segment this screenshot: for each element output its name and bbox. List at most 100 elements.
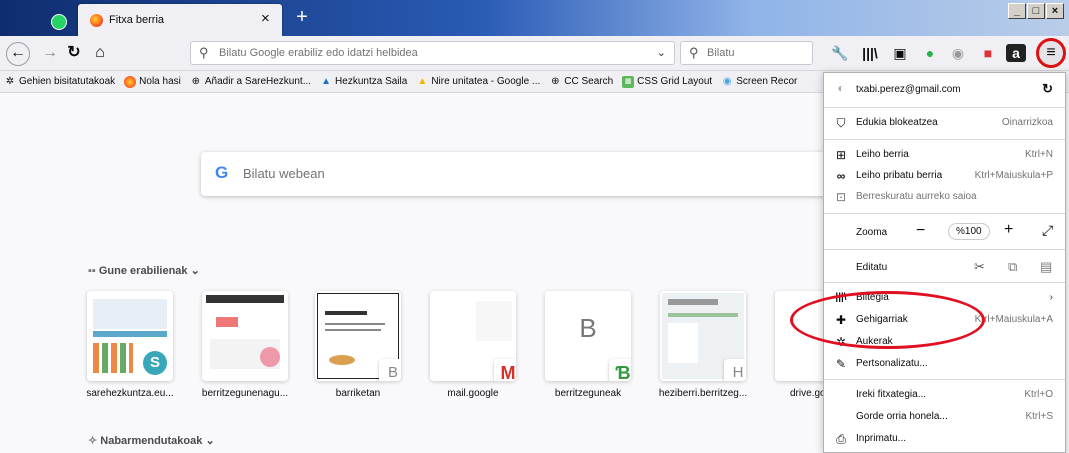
- menu-item-content-blocking[interactable]: ⛉ Edukia blokeatzea Oinarrizkoa: [824, 112, 1065, 134]
- menu-item-private-window[interactable]: ∞ Leiho pribatu berria Ktrl+Maiuskula+P: [824, 165, 1065, 187]
- top-site-tile[interactable]: S: [87, 291, 173, 381]
- top-site-tile[interactable]: M: [430, 291, 516, 381]
- reload-icon: ↻: [67, 44, 81, 61]
- chevron-down-icon: ⌄: [190, 265, 200, 277]
- menu-item-new-window[interactable]: ⊞ Leiho berria Ktrl+N: [824, 144, 1065, 166]
- google-icon: G: [215, 163, 229, 182]
- tile-label: berritzegunenagu...: [201, 388, 289, 399]
- restore-icon: ⊡: [835, 190, 847, 204]
- home-icon: ⌂: [95, 44, 105, 61]
- menu-item-open-file[interactable]: Ireki fitxategia... Ktrl+O: [824, 384, 1065, 406]
- close-window-button[interactable]: ×: [1046, 3, 1064, 19]
- highlights-header[interactable]: ✧ Nabarmendutakoak ⌄: [88, 434, 215, 447]
- menu-item-account[interactable]: ◐ txabi.perez@gmail.com ↻: [824, 77, 1065, 101]
- menu-item-print[interactable]: ⎙ Inprimatu...: [824, 428, 1065, 450]
- wrench-icon[interactable]: 🔧: [830, 44, 850, 62]
- bookmark-item[interactable]: ▲ Nire unitatea - Google ...: [416, 76, 540, 88]
- grid-icon: ▪▪: [88, 265, 96, 277]
- new-tab-button[interactable]: +: [290, 4, 314, 30]
- top-site-tile[interactable]: H: [660, 291, 746, 381]
- site-badge: M: [494, 359, 516, 381]
- window-controls: _ □ ×: [1008, 3, 1064, 21]
- back-button[interactable]: ←: [6, 42, 30, 66]
- site-letter: B: [579, 313, 597, 343]
- zoom-out-button[interactable]: −: [916, 222, 925, 240]
- web-search-placeholder: Bilatu webean: [243, 166, 325, 181]
- bookmark-item[interactable]: ▲ Hezkuntza Saila: [320, 76, 407, 88]
- amazon-icon[interactable]: a: [1006, 44, 1026, 62]
- sparkle-icon: ✧: [88, 435, 98, 447]
- top-site-tile[interactable]: B Ɓ: [545, 291, 631, 381]
- search-bar[interactable]: ⚲ Bilatu: [680, 41, 813, 65]
- bookmark-item[interactable]: ◉ Screen Recor: [721, 75, 798, 88]
- back-arrow-icon: ←: [10, 44, 26, 61]
- printer-icon: ⎙: [836, 432, 846, 446]
- gear-icon: ✲: [5, 75, 15, 87]
- menu-item-customize[interactable]: ✎ Pertsonalizatu...: [824, 353, 1065, 375]
- top-site-tile[interactable]: B: [315, 291, 401, 381]
- zoom-reset-button[interactable]: %100: [948, 223, 990, 240]
- reload-button[interactable]: ↻: [62, 42, 86, 64]
- sync-icon[interactable]: ↻: [1042, 81, 1053, 97]
- tile-label: drive.go: [790, 388, 824, 399]
- fullscreen-icon[interactable]: ⤢: [1042, 222, 1053, 239]
- home-button[interactable]: ⌂: [88, 42, 112, 64]
- menu-item-save-page[interactable]: Gorde orria honela... Ktrl+S: [824, 406, 1065, 428]
- zoom-in-button[interactable]: +: [1004, 221, 1013, 239]
- hamburger-icon: ≡: [1046, 44, 1056, 61]
- tile-label: heziberri.berritzeg...: [658, 388, 748, 399]
- web-search-box[interactable]: G Bilatu webean: [201, 152, 841, 196]
- red-extension-icon[interactable]: ■: [978, 44, 998, 62]
- highlight-annotation: [790, 291, 985, 349]
- library-icon[interactable]: |||\: [860, 44, 880, 62]
- menu-item-edit: Editatu ✂ ⧉ ▤: [856, 259, 1053, 275]
- account-icon: ◐: [837, 81, 845, 95]
- chevron-right-icon: ›: [1049, 292, 1053, 303]
- tile-label: barriketan: [335, 388, 381, 399]
- tab-close-button[interactable]: ×: [261, 10, 270, 27]
- paste-icon[interactable]: ▤: [1040, 259, 1052, 275]
- site-badge: S: [143, 351, 167, 375]
- bookmark-item[interactable]: ✲ Gehien bisitatutakoak: [4, 76, 115, 88]
- url-placeholder: Bilatu Google erabiliz edo idatzi helbid…: [219, 47, 418, 59]
- forward-arrow-icon: →: [42, 44, 58, 61]
- search-placeholder: Bilatu: [707, 47, 735, 59]
- mask-icon: ∞: [836, 169, 846, 183]
- hezkuntza-icon: ▲: [321, 75, 331, 87]
- whatsapp-icon: [51, 14, 67, 30]
- grey-extension-icon[interactable]: ◉: [948, 44, 968, 62]
- url-bar[interactable]: ⚲ Bilatu Google erabiliz edo idatzi helb…: [190, 41, 675, 65]
- drive-icon: ▲: [417, 75, 428, 87]
- site-badge: B: [379, 359, 401, 381]
- top-site-tile[interactable]: [202, 291, 288, 381]
- menu-item-zoom: Zooma − %100 + ⤢: [856, 221, 1054, 240]
- hamburger-menu-button[interactable]: ≡: [1036, 38, 1066, 68]
- bookmark-item[interactable]: ⊕ CC Search: [549, 76, 613, 88]
- berritzegune-icon: Ɓ: [609, 359, 631, 381]
- sidebar-icon[interactable]: ▣: [890, 44, 910, 62]
- tab-new-tab[interactable]: Fitxa berria ×: [78, 4, 282, 36]
- bookmark-item[interactable]: ⊕ Añadir a SareHezkunt...: [190, 76, 311, 88]
- copy-icon[interactable]: ⧉: [1008, 259, 1017, 275]
- minimize-button[interactable]: _: [1008, 3, 1026, 19]
- maximize-button[interactable]: □: [1027, 3, 1045, 19]
- site-badge: H: [724, 359, 746, 381]
- chevron-down-icon: ⌄: [205, 435, 215, 447]
- bookmark-item[interactable]: Nola hasi: [124, 75, 181, 88]
- new-window-icon: ⊞: [835, 148, 847, 162]
- green-extension-icon[interactable]: ●: [920, 44, 940, 62]
- chevron-down-icon[interactable]: ⌄: [657, 46, 666, 59]
- search-icon: ⚲: [199, 45, 209, 60]
- cut-icon[interactable]: ✂: [974, 259, 985, 275]
- app-menu-panel: ◐ txabi.perez@gmail.com ↻ ⛉ Edukia bloke…: [823, 72, 1066, 453]
- top-sites-header[interactable]: ▪▪ Gune erabilienak ⌄: [88, 264, 200, 277]
- bookmark-item[interactable]: ▦ CSS Grid Layout: [622, 75, 712, 88]
- shield-icon: ⛉: [836, 116, 846, 130]
- tile-label: sarehezkuntza.eu...: [86, 388, 174, 399]
- tile-label: mail.google: [447, 388, 499, 399]
- firefox-icon: [90, 14, 103, 27]
- record-icon: ◉: [722, 75, 732, 87]
- whatsapp-pinned-tab[interactable]: [44, 8, 74, 36]
- menu-item-restore-session[interactable]: ⊡ Berreskuratu aurreko saioa: [824, 186, 1065, 208]
- forward-button[interactable]: →: [38, 42, 62, 64]
